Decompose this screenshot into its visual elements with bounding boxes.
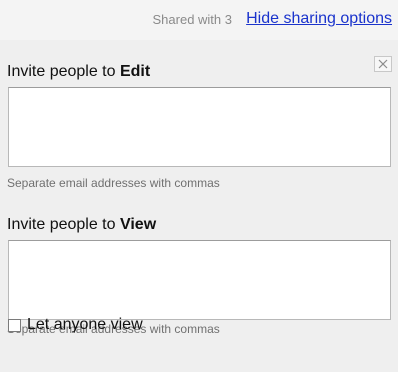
close-icon (378, 59, 388, 69)
hide-sharing-options-link[interactable]: Hide sharing options (246, 10, 392, 28)
invite-view-emails-input[interactable] (8, 240, 391, 320)
invite-edit-label-prefix: Invite people to (7, 63, 120, 80)
close-button[interactable] (374, 56, 392, 72)
invite-view-label: Invite people to View (7, 216, 156, 234)
sharing-header: Shared with 3 Hide sharing options (0, 0, 398, 40)
invite-edit-emails-input[interactable] (8, 87, 391, 167)
shared-count: Shared with 3 (152, 12, 233, 27)
invite-edit-hint: Separate email addresses with commas (7, 176, 220, 190)
invite-edit-label: Invite people to Edit (7, 63, 150, 81)
let-anyone-view-option[interactable]: Let anyone view (8, 316, 143, 334)
let-anyone-view-checkbox[interactable] (8, 318, 21, 332)
invite-edit-label-role: Edit (119, 63, 151, 80)
invite-view-label-prefix: Invite people to (7, 216, 120, 233)
let-anyone-view-label: Let anyone view (27, 316, 143, 333)
invite-view-label-role: View (119, 216, 157, 233)
